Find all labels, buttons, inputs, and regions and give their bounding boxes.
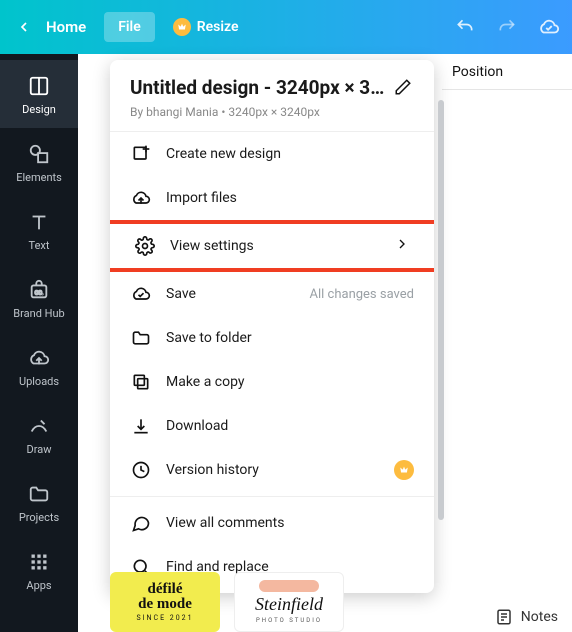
menu-view-settings[interactable]: View settings: [110, 220, 434, 272]
comment-icon: [130, 512, 152, 534]
gear-icon: [134, 235, 156, 257]
history-icon: [130, 459, 152, 481]
cloud-sync-icon[interactable]: [538, 16, 560, 38]
left-sidebar: Design Elements Text CO. Brand Hub Uploa…: [0, 54, 78, 632]
design-byline: By bhangi Mania • 3240px × 3240px: [130, 105, 414, 119]
brand-icon: CO.: [26, 277, 52, 303]
sidebar-item-apps[interactable]: Apps: [0, 536, 78, 604]
scrollbar[interactable]: [438, 100, 444, 520]
resize-button[interactable]: Resize: [173, 18, 239, 36]
download-icon: [130, 415, 152, 437]
menu-separator: [110, 496, 434, 497]
redo-icon[interactable]: [496, 16, 518, 38]
topbar-right-group: [454, 16, 560, 38]
sidebar-item-text[interactable]: Text: [0, 196, 78, 264]
file-dropdown: Untitled design - 3240px × 3... By bhang…: [110, 60, 434, 593]
menu-view-comments[interactable]: View all comments: [110, 501, 434, 545]
shapes-icon: [26, 141, 52, 167]
sidebar-item-design[interactable]: Design: [0, 60, 78, 128]
svg-text:CO.: CO.: [35, 290, 44, 296]
dropdown-header: Untitled design - 3240px × 3... By bhang…: [110, 60, 434, 132]
template-thumb[interactable]: défilé de mode SINCE 2021: [110, 572, 220, 632]
sidebar-item-projects[interactable]: Projects: [0, 468, 78, 536]
layout-icon: [26, 73, 52, 99]
menu-save-to-folder[interactable]: Save to folder: [110, 316, 434, 360]
create-icon: [130, 143, 152, 165]
resize-label: Resize: [197, 19, 239, 35]
template-thumbnails: défilé de mode SINCE 2021 Steinfield PHO…: [110, 572, 344, 632]
template-thumb[interactable]: Steinfield PHOTO STUDIO: [234, 572, 344, 632]
sidebar-item-uploads[interactable]: Uploads: [0, 332, 78, 400]
position-button[interactable]: Position: [442, 54, 572, 90]
menu-import-files[interactable]: Import files: [110, 176, 434, 220]
save-icon: [130, 283, 152, 305]
folder-save-icon: [130, 327, 152, 349]
edit-title-icon[interactable]: [394, 78, 414, 98]
notes-icon: [495, 608, 513, 626]
menu-create-new-design[interactable]: Create new design: [110, 132, 434, 176]
sidebar-item-elements[interactable]: Elements: [0, 128, 78, 196]
file-menu-button[interactable]: File: [104, 12, 155, 42]
crown-icon: [173, 18, 191, 36]
menu-make-copy[interactable]: Make a copy: [110, 360, 434, 404]
premium-crown-icon: [394, 460, 414, 480]
sidebar-item-draw[interactable]: Draw: [0, 400, 78, 468]
top-toolbar: Home File Resize: [0, 0, 572, 54]
apps-grid-icon: [26, 549, 52, 575]
text-icon: [26, 209, 52, 235]
menu-download[interactable]: Download: [110, 404, 434, 448]
home-button[interactable]: Home: [46, 18, 86, 36]
notes-button[interactable]: Notes: [495, 608, 558, 626]
cloud-upload-icon: [26, 345, 52, 371]
save-status: All changes saved: [310, 287, 415, 302]
draw-icon: [26, 413, 52, 439]
copy-icon: [130, 371, 152, 393]
menu-save[interactable]: Save All changes saved: [110, 272, 434, 316]
undo-icon[interactable]: [454, 16, 476, 38]
folder-icon: [26, 481, 52, 507]
menu-version-history[interactable]: Version history: [110, 448, 434, 492]
import-icon: [130, 187, 152, 209]
chevron-right-icon: [394, 236, 410, 256]
brush-shape: [259, 580, 319, 592]
back-icon[interactable]: [12, 15, 36, 39]
sidebar-item-brand-hub[interactable]: CO. Brand Hub: [0, 264, 78, 332]
design-title[interactable]: Untitled design - 3240px × 3...: [130, 76, 386, 99]
